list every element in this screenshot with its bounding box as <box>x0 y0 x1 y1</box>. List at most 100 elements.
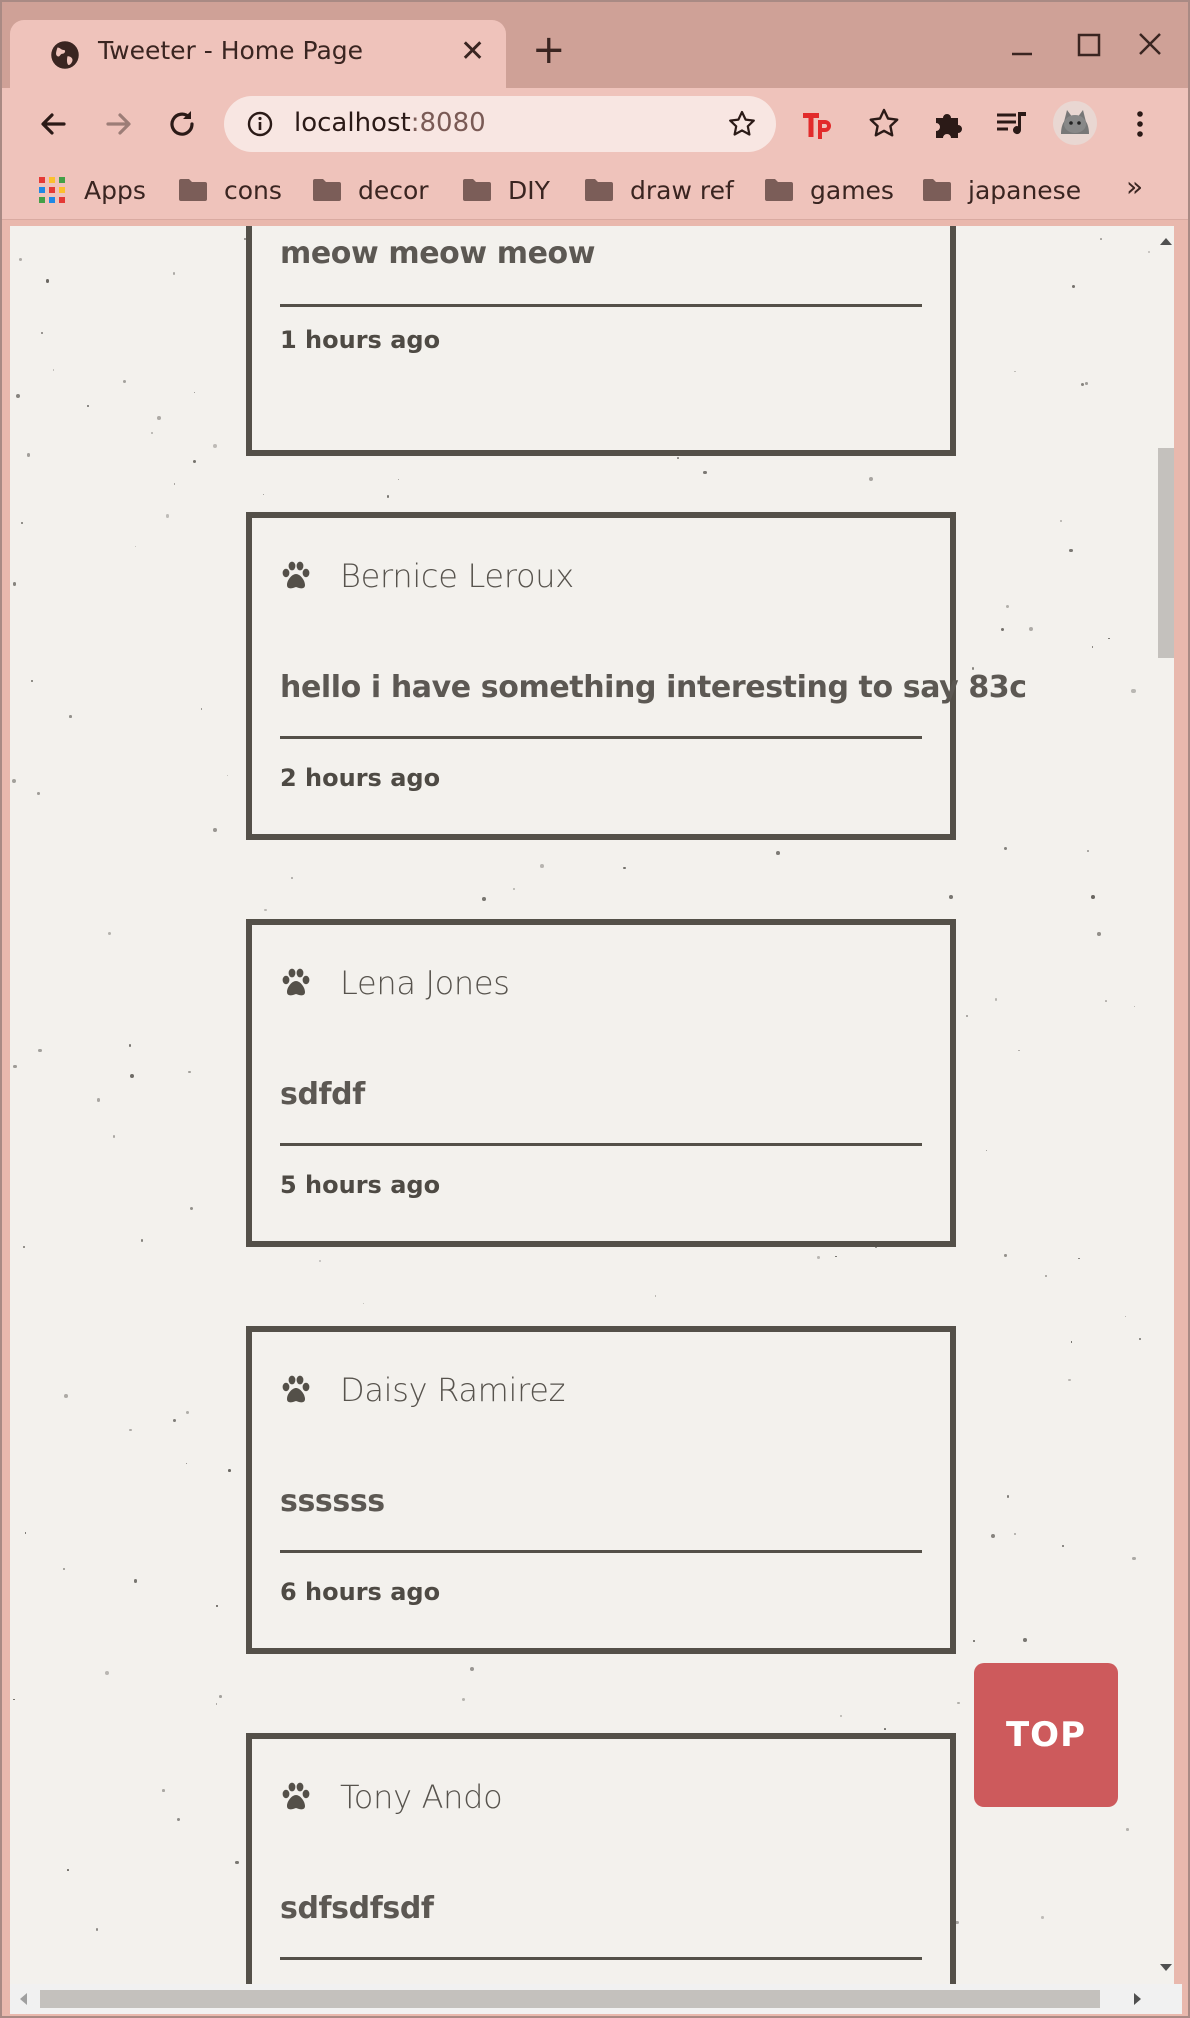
speck <box>1078 1257 1080 1260</box>
url-text: localhost:8080 <box>294 108 486 138</box>
scroll-up-arrow-icon[interactable] <box>1160 238 1172 245</box>
speck <box>1014 371 1016 373</box>
speck <box>868 476 873 481</box>
bookmark-folder-games[interactable]: games <box>764 172 894 208</box>
horizontal-scroll-thumb[interactable] <box>40 1990 1100 2008</box>
speck <box>1068 1378 1071 1382</box>
speck <box>1072 285 1076 289</box>
speck <box>1069 549 1073 553</box>
bookmark-folder-draw-ref[interactable]: draw ref <box>584 172 734 208</box>
bookmark-folder-cons[interactable]: cons <box>178 172 282 208</box>
browser-tab[interactable]: Tweeter - Home Page ✕ <box>10 20 506 88</box>
media-queue-icon[interactable] <box>994 106 1030 142</box>
speck <box>386 494 390 498</box>
speck <box>1070 1341 1073 1343</box>
speck <box>1080 382 1084 386</box>
speck <box>63 1394 68 1399</box>
speck <box>1148 250 1151 253</box>
scroll-to-top-button[interactable]: TOP <box>974 1663 1118 1807</box>
speck <box>13 582 17 586</box>
speck <box>200 708 203 710</box>
info-icon[interactable] <box>246 110 274 138</box>
close-tab-icon[interactable]: ✕ <box>460 34 485 69</box>
speck <box>1013 1532 1016 1535</box>
speck <box>1105 999 1107 1002</box>
url-host: localhost <box>294 108 411 138</box>
minimize-icon[interactable] <box>1002 28 1042 64</box>
speck <box>37 1048 42 1053</box>
speck <box>973 1640 975 1642</box>
speck <box>1132 1556 1136 1561</box>
browser-toolbar: localhost:8080 <box>2 88 1188 160</box>
speck <box>363 1303 365 1305</box>
horizontal-scrollbar[interactable] <box>10 1984 1182 2014</box>
paw-icon <box>282 968 310 996</box>
speck <box>1131 689 1136 694</box>
bookmark-label: games <box>810 175 894 205</box>
more-menu-icon[interactable] <box>1122 106 1158 142</box>
speck <box>990 1533 995 1538</box>
speck <box>1004 846 1008 851</box>
speck <box>23 1245 26 1249</box>
speck <box>1087 849 1089 852</box>
speck <box>835 1255 837 1257</box>
new-tab-button[interactable]: + <box>532 30 566 70</box>
speck <box>623 866 626 870</box>
address-bar[interactable]: localhost:8080 <box>224 96 776 152</box>
speck <box>1059 519 1062 522</box>
speck <box>1133 1005 1136 1008</box>
reload-icon[interactable] <box>162 104 202 144</box>
speck <box>30 679 33 682</box>
maximize-icon[interactable] <box>1068 28 1108 64</box>
speck <box>18 257 22 261</box>
back-arrow-icon[interactable] <box>34 104 74 144</box>
speck <box>1023 1637 1028 1642</box>
profile-avatar-icon[interactable] <box>1052 100 1098 146</box>
scroll-right-arrow-icon[interactable] <box>1134 1993 1141 2005</box>
speck <box>840 1715 842 1717</box>
bookmark-folder-japanese[interactable]: japanese <box>922 172 1081 208</box>
tp-extension-icon[interactable] <box>800 106 836 142</box>
forward-arrow-icon[interactable] <box>98 104 138 144</box>
tweet-divider <box>280 1143 922 1146</box>
scroll-left-arrow-icon[interactable] <box>20 1993 27 2005</box>
speck <box>194 391 196 394</box>
bookmark-apps[interactable]: Apps <box>38 172 146 208</box>
puzzle-extension-icon[interactable] <box>930 106 966 142</box>
speck <box>52 369 55 371</box>
star-extension-icon[interactable] <box>866 106 902 142</box>
speck <box>129 1428 132 1431</box>
speck <box>1091 646 1094 648</box>
speck <box>190 1206 194 1210</box>
tweet-timestamp: 2 hours ago <box>280 764 441 792</box>
speck <box>104 1671 109 1676</box>
bookmarks-overflow-button[interactable]: » <box>1126 170 1143 203</box>
bookmark-label: Apps <box>84 175 146 205</box>
speck <box>157 416 162 421</box>
tweet-header: Daisy Ramirez <box>280 1368 565 1412</box>
vertical-scroll-thumb[interactable] <box>1158 448 1174 658</box>
speck <box>188 1071 191 1074</box>
tweet-author: Bernice Leroux <box>340 557 574 595</box>
speck <box>185 1410 189 1414</box>
speck <box>540 863 545 868</box>
speck <box>482 897 486 901</box>
tweet-divider <box>280 304 922 307</box>
speck <box>470 1667 475 1672</box>
close-window-icon[interactable] <box>1130 28 1170 64</box>
bookmark-folder-decor[interactable]: decor <box>312 172 429 208</box>
speck <box>215 1703 218 1706</box>
speck <box>213 828 217 832</box>
folder-icon <box>463 179 491 201</box>
speck <box>176 1818 180 1822</box>
bookmark-folder-diy[interactable]: DIY <box>462 172 550 208</box>
bookmark-star-icon[interactable] <box>726 108 758 140</box>
speck <box>150 431 153 434</box>
vertical-scrollbar[interactable] <box>1156 226 1174 1984</box>
speck <box>165 514 170 518</box>
speck <box>290 877 293 879</box>
speck <box>1090 895 1095 899</box>
tweet-author: Daisy Ramirez <box>340 1371 566 1409</box>
scroll-down-arrow-icon[interactable] <box>1160 1964 1172 1971</box>
speck <box>654 1295 657 1297</box>
